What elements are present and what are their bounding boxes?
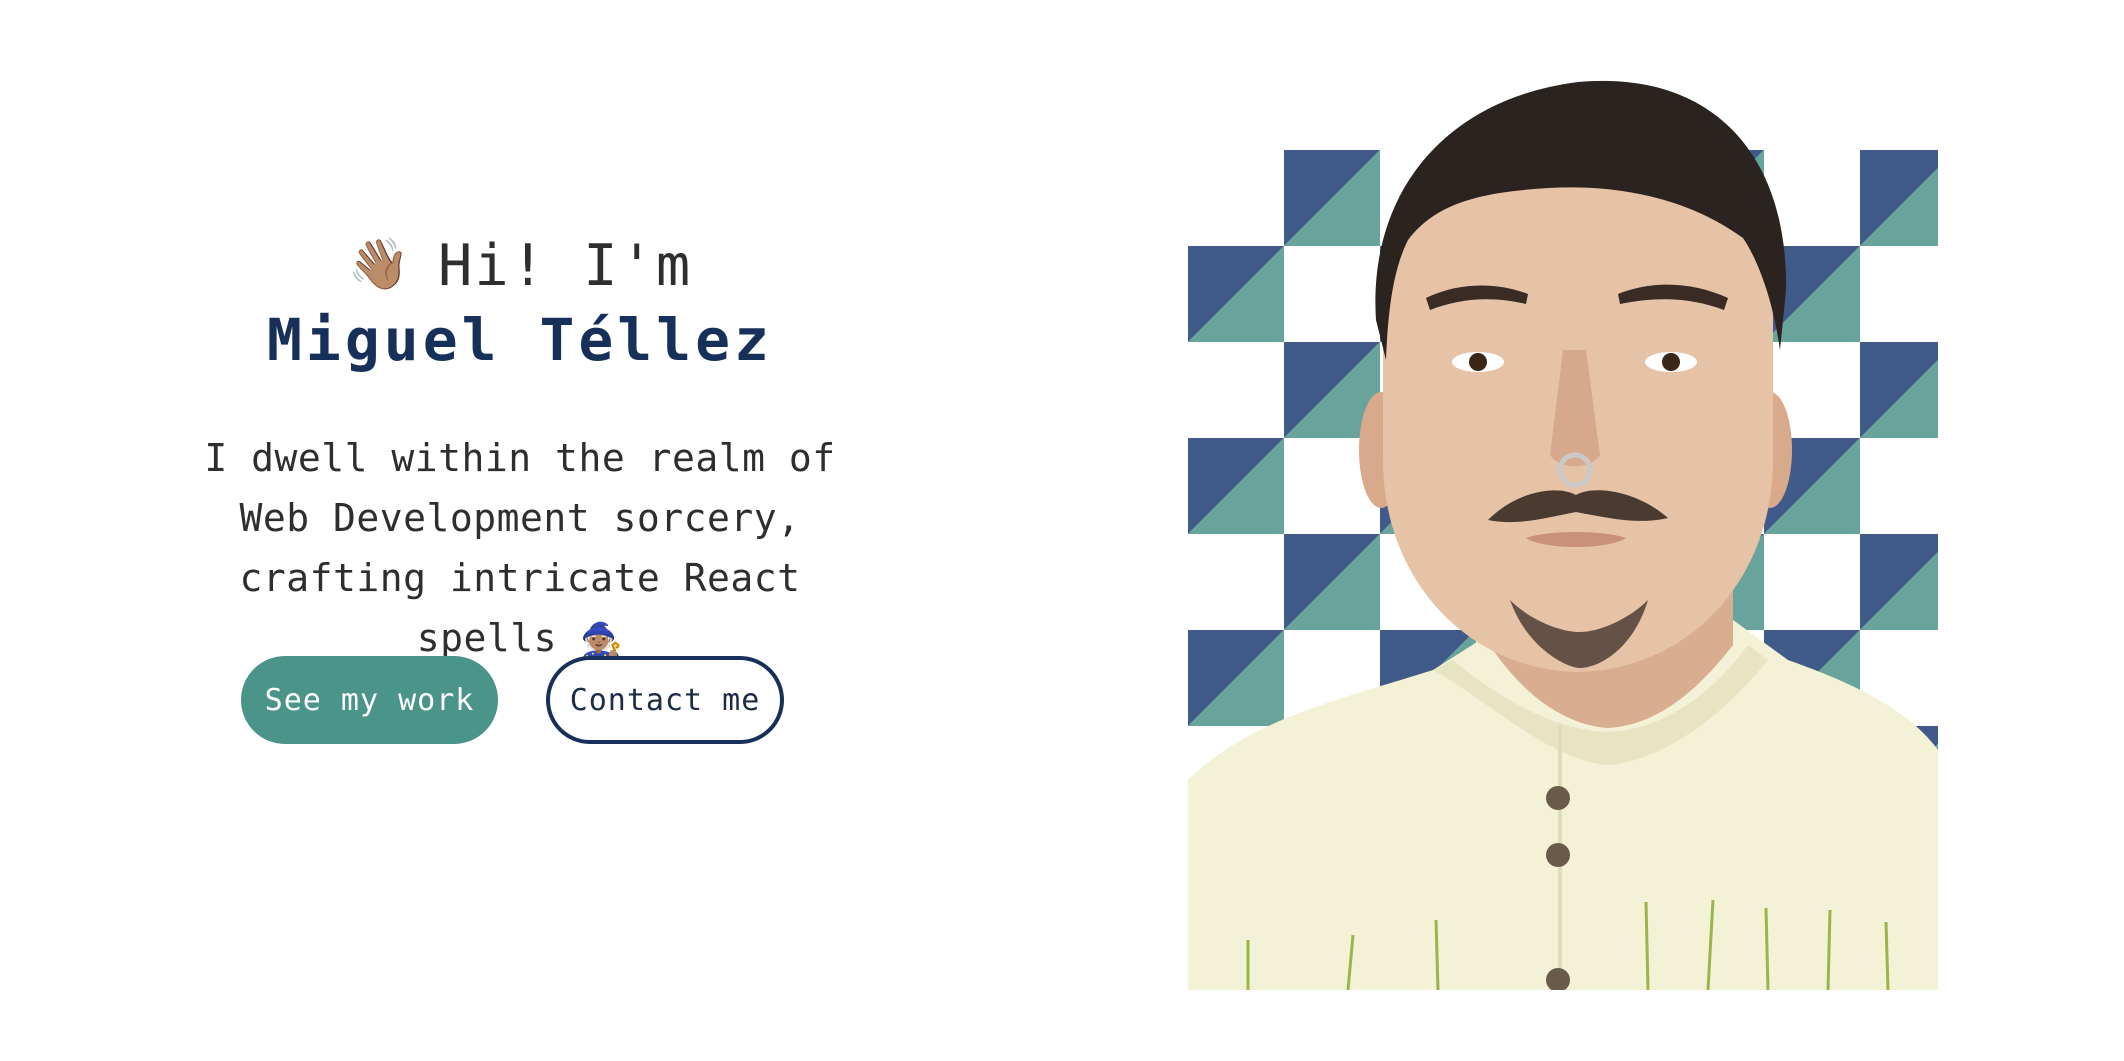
hero-actions: See my work Contact me <box>241 656 784 744</box>
greeting-line: 👋🏽 Hi! I'm <box>150 230 890 302</box>
portrait-area <box>1188 60 1938 990</box>
tagline-text: I dwell within the realm of Web Developm… <box>204 436 836 660</box>
see-my-work-button[interactable]: See my work <box>241 656 498 744</box>
hero-intro: 👋🏽 Hi! I'm Miguel Téllez I dwell within … <box>150 230 890 671</box>
waving-hand-icon: 👋🏽 <box>347 235 413 293</box>
portrait-photo <box>1188 80 1938 990</box>
hero-tagline: I dwell within the realm of Web Developm… <box>170 428 870 671</box>
greeting-text: Hi! I'm <box>438 233 693 299</box>
hero-name: Miguel Téllez <box>267 306 773 374</box>
contact-me-button[interactable]: Contact me <box>546 656 784 744</box>
